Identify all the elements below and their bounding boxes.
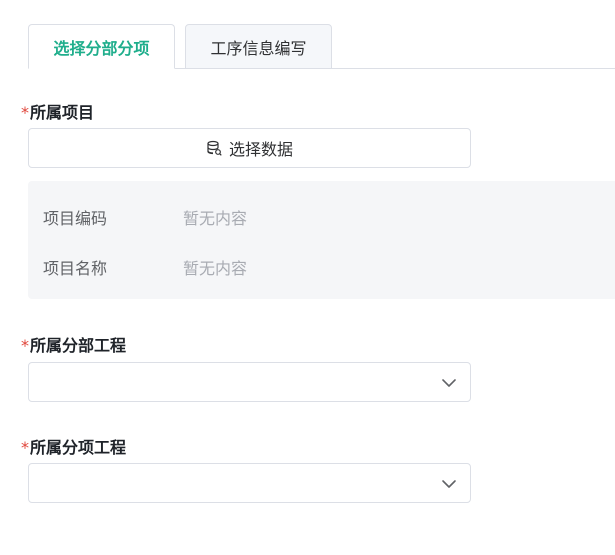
tab-process-info[interactable]: 工序信息编写	[185, 24, 332, 69]
tab-bar: 选择分部分项 工序信息编写	[28, 24, 615, 69]
tab-select-subdivision[interactable]: 选择分部分项	[28, 24, 175, 69]
division-label-text: 所属分部工程	[30, 336, 127, 355]
project-field-label: *所属项目	[21, 99, 94, 123]
database-icon	[207, 140, 222, 156]
required-mark: *	[21, 336, 29, 355]
subitem-label-text: 所属分项工程	[30, 438, 127, 457]
form-page: 选择分部分项 工序信息编写 *所属项目 选择数据 项目编码 暂无内容 项目名称 …	[0, 0, 615, 555]
project-label-text: 所属项目	[30, 103, 95, 122]
info-row-project-name: 项目名称 暂无内容	[43, 255, 247, 279]
division-field-label: *所属分部工程	[21, 332, 126, 356]
info-row-project-code: 项目编码 暂无内容	[43, 205, 247, 229]
info-key: 项目名称	[43, 259, 108, 278]
info-value: 暂无内容	[183, 259, 248, 278]
project-info-panel: 项目编码 暂无内容 项目名称 暂无内容	[28, 181, 615, 299]
required-mark: *	[21, 438, 29, 457]
required-mark: *	[21, 103, 29, 122]
division-select[interactable]	[28, 362, 471, 402]
chevron-down-icon	[442, 379, 456, 387]
subitem-select[interactable]	[28, 463, 471, 503]
subitem-field-label: *所属分项工程	[21, 434, 126, 458]
chevron-down-icon	[442, 480, 456, 488]
info-key: 项目编码	[43, 209, 108, 228]
select-data-button[interactable]: 选择数据	[28, 128, 471, 168]
select-data-label: 选择数据	[228, 140, 293, 159]
info-value: 暂无内容	[183, 209, 248, 228]
